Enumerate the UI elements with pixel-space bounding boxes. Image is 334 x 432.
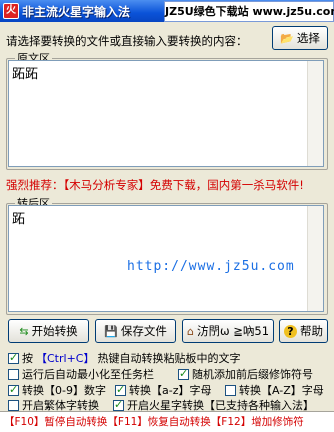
target-text: 跖 [12, 212, 26, 227]
title-bar[interactable]: 火 非主流火星字输入法 JZ5U绿色下载站 www.jz5u.com [0, 0, 334, 22]
target-textarea[interactable]: 跖 http://www.jz5u.com [8, 205, 324, 312]
convert-lower-label: 转换【a-z】字母 [129, 384, 212, 397]
site-banner: JZ5U绿色下载站 www.jz5u.com [164, 1, 334, 22]
random-decor-label: 随机添加前后缀修饰符号 [192, 368, 313, 381]
folder-open-icon: 📂 [280, 31, 294, 45]
convert-button[interactable]: ⇆ 开始转换 [8, 319, 89, 343]
app-icon: 火 [3, 3, 19, 19]
minimize-tray-label: 运行后自动最小化至任务栏 [22, 368, 154, 381]
help-button[interactable]: ? 帮助 [279, 319, 328, 343]
window-title: 非主流火星字输入法 [22, 5, 131, 19]
source-textarea[interactable]: 跖跖 [8, 60, 324, 167]
promo-link[interactable]: 强烈推荐：【木马分析专家】免费下载，国内第一杀马软件! [6, 177, 304, 193]
convert-digits-label: 转换【0-9】数字 [22, 384, 106, 397]
convert-button-label: 开始转换 [31, 324, 78, 338]
home-icon: ⌂ [186, 324, 194, 338]
checkbox-box[interactable] [178, 367, 189, 380]
visit-button-label: 汸閅ω ≧吶51 [196, 324, 270, 338]
checkbox-box[interactable] [8, 399, 19, 411]
source-text: 跖跖 [12, 67, 39, 82]
checkbox-box[interactable] [115, 383, 126, 396]
question-icon: ? [284, 324, 297, 338]
minimize-tray-checkbox[interactable]: 运行后自动最小化至任务栏 [8, 366, 154, 382]
checkbox-box[interactable] [113, 398, 124, 411]
hotkey-checkbox[interactable]: 按【Ctrl+C】热键自动转换粘贴板中的文字 [8, 350, 240, 366]
checkbox-box[interactable] [8, 351, 19, 364]
checkbox-box[interactable] [8, 383, 19, 396]
help-button-label: 帮助 [300, 324, 323, 338]
source-scrollbar[interactable] [307, 61, 323, 166]
save-button-label: 保存文件 [120, 324, 167, 338]
input-prompt: 请选择要转换的文件或直接输入要转换的内容： [6, 34, 248, 48]
choose-button-label: 选择 [296, 31, 320, 45]
target-scrollbar[interactable] [307, 206, 323, 311]
hotkey-prefix: 按 [22, 352, 33, 365]
watermark-url: http://www.jz5u.com [127, 259, 295, 274]
convert-lower-checkbox[interactable]: 转换【a-z】字母 [115, 382, 211, 398]
convert-upper-label: 转换【A-Z】字母 [239, 384, 324, 397]
hotkey-key: 【Ctrl+C】 [36, 352, 95, 365]
visit-button[interactable]: ⌂ 汸閅ω ≧吶51 [182, 319, 274, 343]
arrows-icon: ⇆ [19, 324, 29, 338]
convert-upper-checkbox[interactable]: 转换【A-Z】字母 [225, 382, 324, 398]
random-decor-checkbox[interactable]: 随机添加前后缀修饰符号 [178, 366, 313, 382]
convert-digits-checkbox[interactable]: 转换【0-9】数字 [8, 382, 106, 398]
checkbox-box[interactable] [8, 368, 19, 380]
save-button[interactable]: 💾 保存文件 [95, 319, 176, 343]
checkbox-box[interactable] [225, 384, 236, 396]
hotkey-footer: 【F10】暂停自动转换【F11】恢复自动转换【F12】增加修饰符 [0, 411, 334, 432]
hotkey-suffix: 热键自动转换粘贴板中的文字 [97, 352, 241, 365]
choose-file-button[interactable]: 📂 选择 [272, 26, 328, 50]
save-icon: 💾 [104, 324, 118, 338]
